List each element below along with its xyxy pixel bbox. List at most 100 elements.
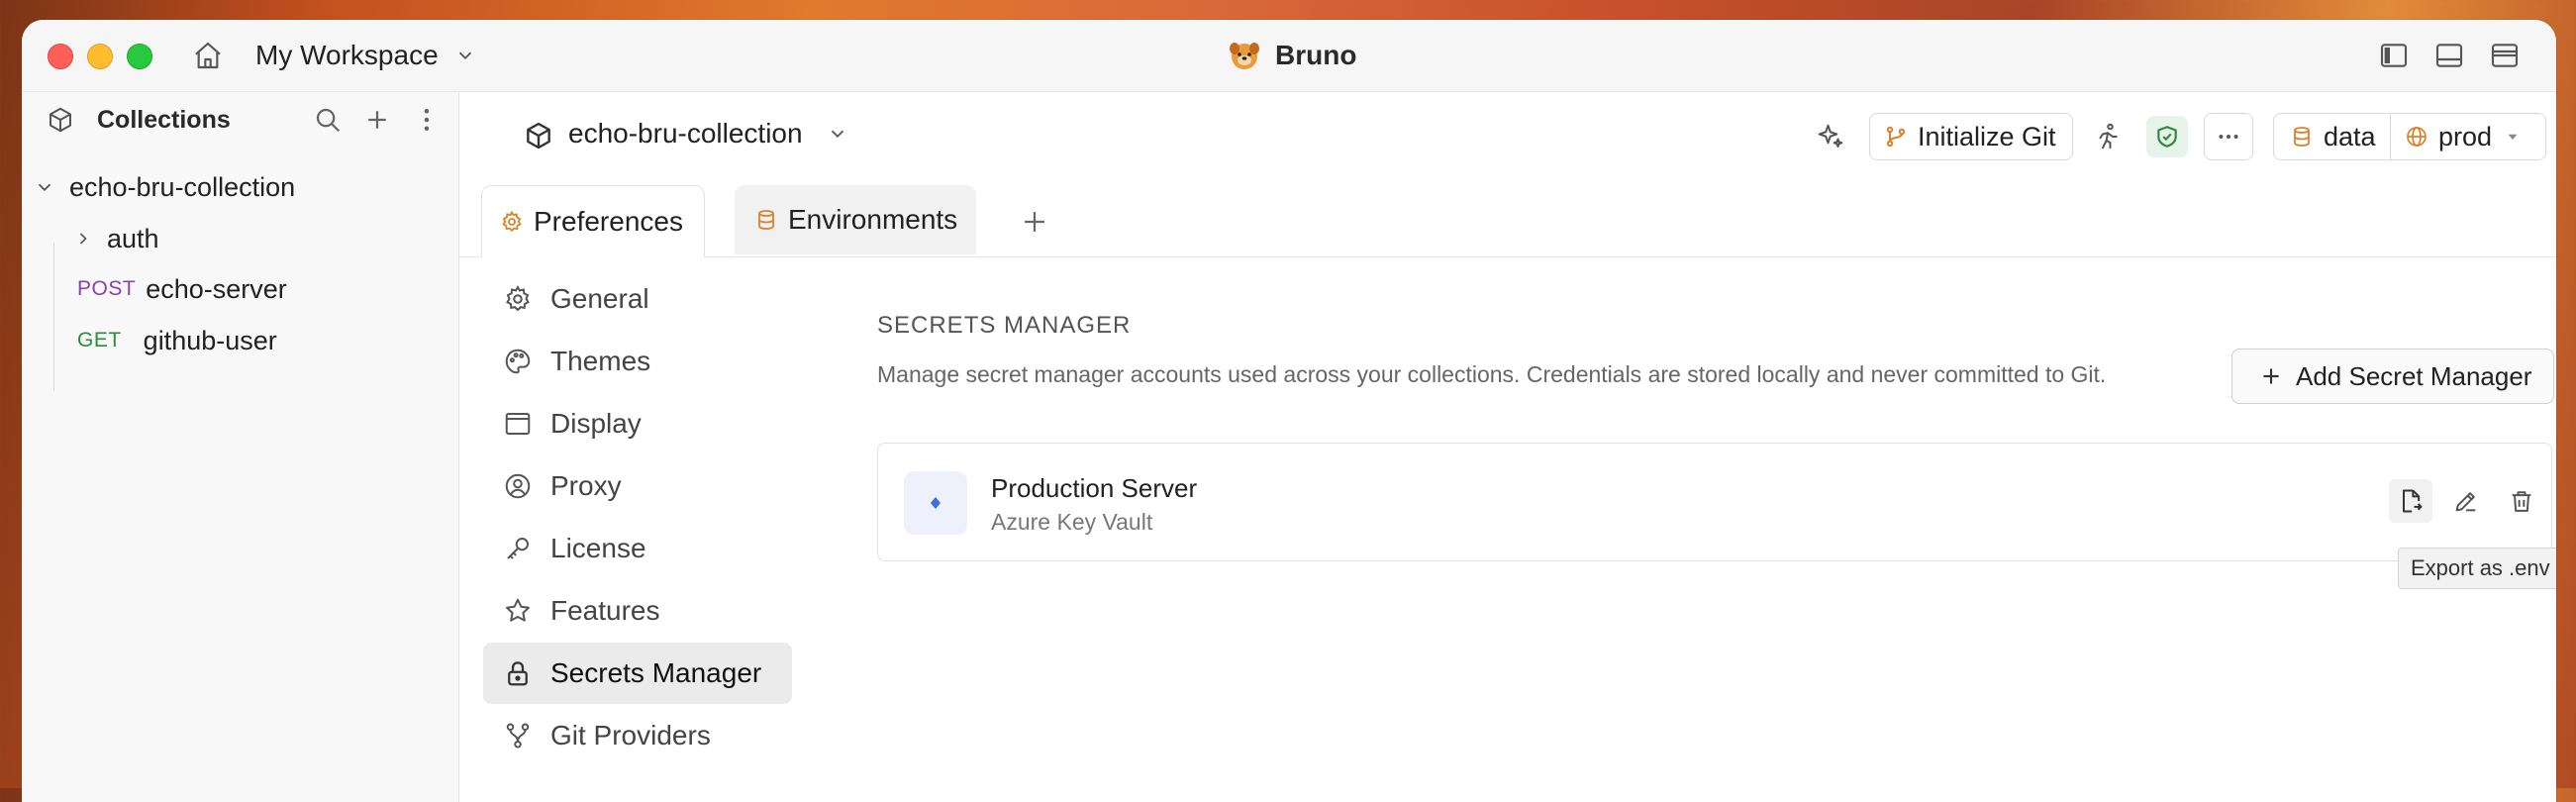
- pref-nav-secrets-manager[interactable]: Secrets Manager: [483, 643, 792, 704]
- azure-key-vault-icon: [904, 471, 967, 535]
- tab-label: Preferences: [534, 205, 683, 237]
- workspace-name: My Workspace: [255, 40, 439, 70]
- file-export-icon: [2403, 489, 2423, 513]
- environment-selector[interactable]: prod: [2391, 114, 2522, 159]
- layout-split-icon[interactable]: [2489, 40, 2521, 71]
- cube-icon: [527, 122, 550, 150]
- tab-bar: Preferences Environments: [459, 177, 2556, 257]
- close-window-button[interactable]: [48, 44, 73, 69]
- add-secret-manager-label: Add Secret Manager: [2296, 360, 2532, 391]
- security-shield-button[interactable]: [2146, 116, 2188, 157]
- method-badge: GET: [77, 329, 122, 351]
- pref-nav-label: Display: [550, 408, 642, 439]
- workspace-selector[interactable]: My Workspace: [255, 38, 476, 73]
- collection-name: echo-bru-collection: [568, 118, 803, 149]
- star-icon: [506, 598, 530, 622]
- sidebar: Collections echo-bru-collection auth POS…: [22, 92, 459, 802]
- pref-nav-label: Proxy: [550, 470, 622, 501]
- app-title: Bruno: [1228, 38, 1356, 73]
- pref-nav-display[interactable]: Display: [483, 393, 792, 454]
- plus-icon: [2263, 368, 2279, 384]
- add-secret-manager-button[interactable]: Add Secret Manager: [2231, 349, 2554, 404]
- env-label: prod: [2438, 121, 2493, 151]
- runner-icon[interactable]: [2093, 122, 2123, 151]
- data-env-group: data prod: [2273, 113, 2546, 160]
- more-options-button[interactable]: [2204, 113, 2253, 160]
- chevron-down-icon: [38, 183, 51, 192]
- window-icon: [505, 413, 531, 435]
- delete-button[interactable]: [2500, 479, 2543, 523]
- home-icon[interactable]: [192, 40, 224, 71]
- app-name: Bruno: [1275, 40, 1357, 70]
- sidebar-header: Collections: [22, 92, 458, 148]
- bruno-logo-icon: [1230, 43, 1259, 69]
- database-icon: [758, 210, 774, 230]
- minimize-window-button[interactable]: [87, 44, 113, 69]
- git-branch-icon: [506, 723, 530, 749]
- method-badge: POST: [77, 277, 137, 300]
- gear-icon: [502, 210, 522, 232]
- plus-icon[interactable]: [362, 105, 392, 135]
- user-circle-icon: [505, 473, 531, 499]
- lock-icon: [508, 661, 528, 686]
- tree-collection[interactable]: echo-bru-collection: [34, 165, 295, 209]
- section-description: Manage secret manager accounts used acro…: [877, 361, 2107, 387]
- titlebar: My Workspace Bruno: [22, 20, 2556, 92]
- caret-down-icon: [2508, 134, 2518, 140]
- folder-label: auth: [107, 223, 159, 253]
- pref-nav-license[interactable]: License: [483, 518, 792, 579]
- sidebar-title: Collections: [97, 106, 231, 134]
- diamond-icon: [931, 497, 941, 509]
- chevron-down-icon: [458, 51, 471, 60]
- more-horizontal-icon: [2219, 135, 2238, 139]
- trash-icon: [2512, 491, 2531, 512]
- tab-environments[interactable]: Environments: [735, 185, 976, 254]
- secret-manager-name: Production Server: [991, 473, 1198, 503]
- data-label: data: [2324, 121, 2376, 151]
- secret-manager-provider: Azure Key Vault: [991, 509, 1153, 535]
- export-env-button[interactable]: [2389, 479, 2432, 523]
- edit-pencil-icon: [2455, 492, 2476, 512]
- chevron-down-icon: [831, 130, 843, 139]
- collection-header: echo-bru-collection Initialize Git data …: [459, 92, 2556, 177]
- edit-button[interactable]: [2444, 479, 2488, 523]
- cube-icon: [50, 107, 71, 133]
- shield-check-icon: [2157, 126, 2177, 148]
- pref-nav-label: General: [550, 283, 649, 314]
- key-icon: [507, 538, 529, 559]
- toggle-bottom-panel-icon[interactable]: [2433, 40, 2465, 71]
- chevron-right-icon: [79, 233, 87, 245]
- main-panel: echo-bru-collection Initialize Git data …: [459, 92, 2556, 802]
- palette-icon: [505, 349, 531, 374]
- tree-request-echo-server[interactable]: POST echo-server: [77, 267, 287, 311]
- pref-nav-features[interactable]: Features: [483, 580, 792, 642]
- pref-nav-label: Themes: [550, 346, 651, 376]
- data-selector[interactable]: data: [2274, 114, 2391, 159]
- pref-nav-label: Secrets Manager: [550, 657, 762, 688]
- section-title: SECRETS MANAGER: [877, 312, 1132, 339]
- zoom-window-button[interactable]: [127, 44, 152, 69]
- gear-icon: [506, 285, 530, 312]
- toggle-sidebar-icon[interactable]: [2378, 40, 2410, 71]
- pref-nav-proxy[interactable]: Proxy: [483, 455, 792, 517]
- request-label: echo-server: [146, 273, 287, 304]
- app-window: My Workspace Bruno Collections echo-bru-…: [22, 20, 2556, 802]
- sparkles-icon[interactable]: [1816, 122, 1845, 151]
- tree-folder-auth[interactable]: auth: [73, 217, 159, 260]
- pref-nav-label: License: [550, 533, 646, 563]
- pref-nav-general[interactable]: General: [483, 268, 792, 330]
- git-branch-icon: [1886, 126, 1906, 148]
- tree-request-github-user[interactable]: GET github-user: [77, 319, 277, 362]
- secret-manager-card: Production Server Azure Key Vault: [877, 443, 2552, 561]
- pref-nav-label: Git Providers: [550, 720, 711, 751]
- pref-nav-themes[interactable]: Themes: [483, 331, 792, 392]
- globe-icon: [2407, 127, 2427, 147]
- pref-nav-git-providers[interactable]: Git Providers: [483, 705, 792, 766]
- tab-preferences[interactable]: Preferences: [481, 185, 705, 257]
- export-tooltip: Export as .env: [2398, 548, 2556, 589]
- more-vertical-icon[interactable]: [412, 105, 442, 135]
- new-tab-plus-icon[interactable]: [1018, 205, 1051, 239]
- search-icon[interactable]: [313, 105, 343, 135]
- initialize-git-button[interactable]: Initialize Git: [1869, 113, 2073, 160]
- collection-selector[interactable]: echo-bru-collection: [568, 116, 848, 151]
